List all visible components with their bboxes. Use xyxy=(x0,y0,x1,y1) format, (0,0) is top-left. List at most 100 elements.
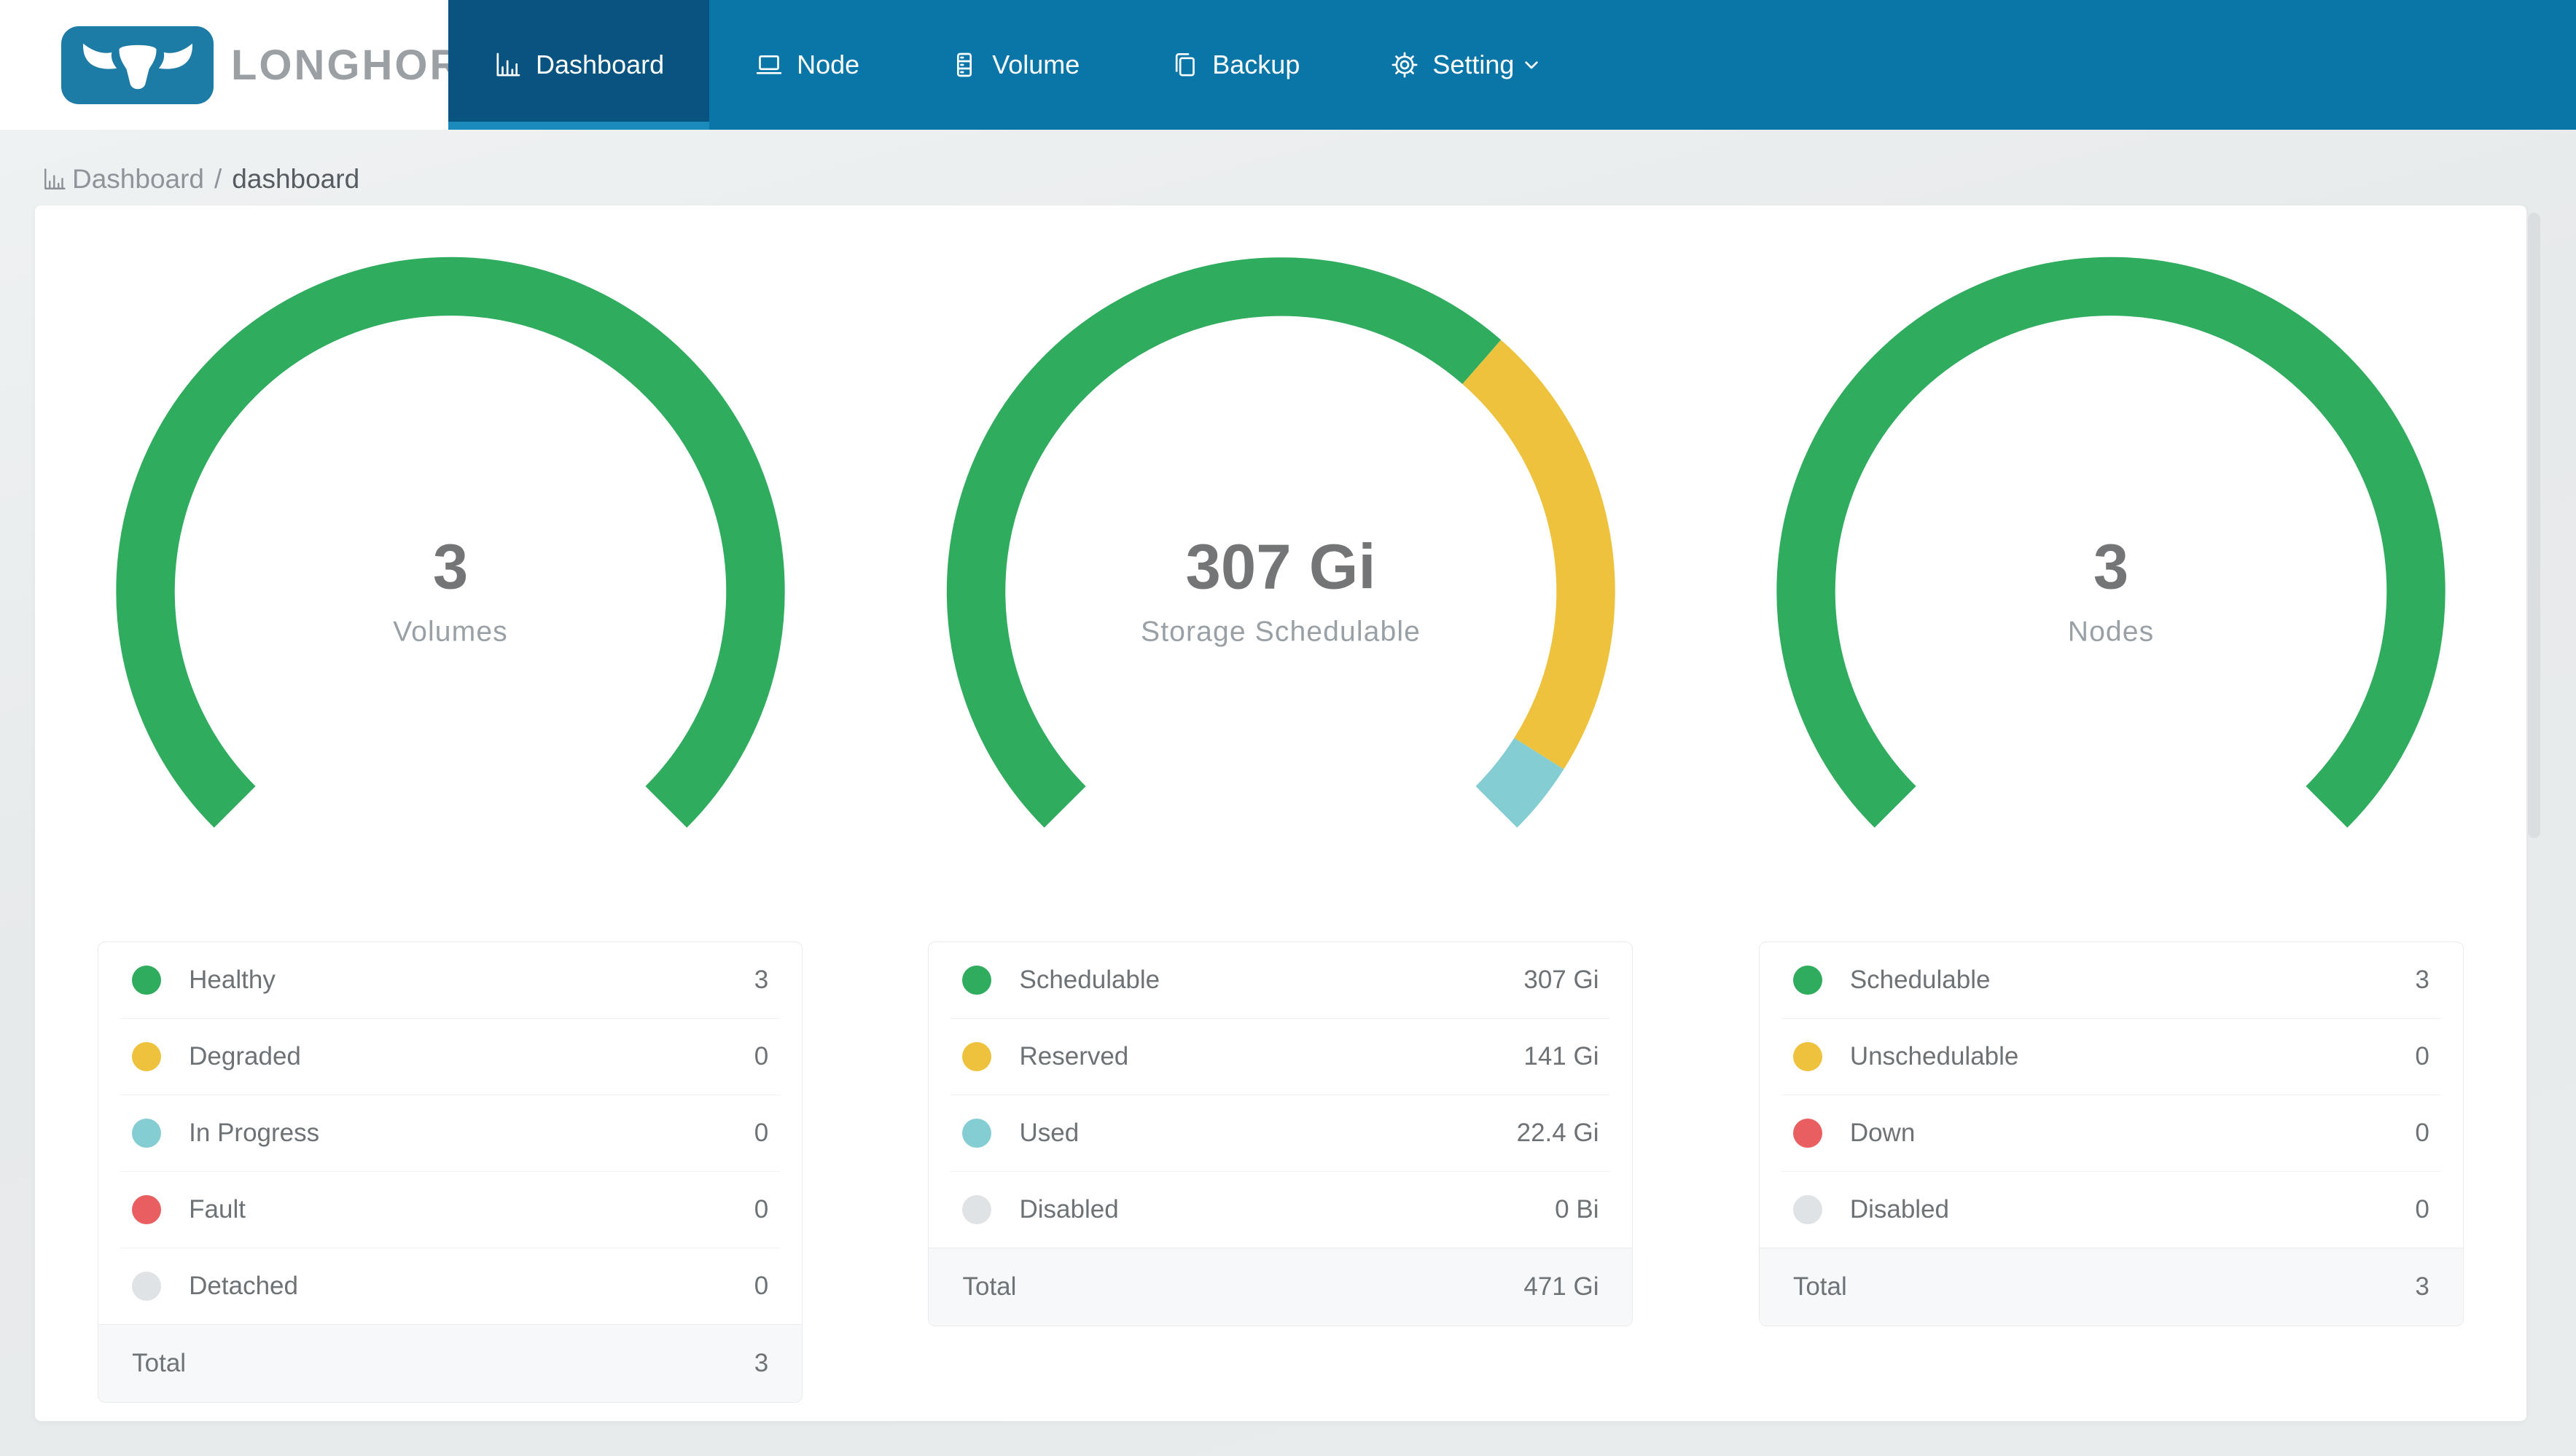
legend-value: 0 xyxy=(2415,1119,2429,1147)
breadcrumb-separator: / xyxy=(214,164,222,194)
nodes-column: 3 Nodes Schedulable 3 Unschedulable 0 Down 0 D… xyxy=(1696,206,2526,1421)
legend-dot xyxy=(962,1042,992,1071)
legend-label: Fault xyxy=(189,1195,246,1224)
legend-label: Down xyxy=(1849,1119,1916,1147)
gauge-value: 3 xyxy=(432,531,467,602)
legend-value: 0 xyxy=(754,1272,769,1300)
gauge-segment-used xyxy=(1475,737,1564,828)
total-value: 3 xyxy=(2415,1272,2429,1301)
legend-dot xyxy=(962,1195,992,1224)
vertical-scrollbar-thumb[interactable] xyxy=(2528,213,2540,838)
legend-label: Disabled xyxy=(1019,1195,1119,1224)
legend-label: Disabled xyxy=(1849,1195,1950,1224)
nav-label: Setting xyxy=(1432,50,1515,79)
table-row: Down 0 xyxy=(1781,1095,2441,1171)
table-row: Fault 0 xyxy=(120,1171,781,1248)
legend-dot xyxy=(132,1195,162,1224)
legend-label: Degraded xyxy=(189,1042,301,1071)
total-label: Total xyxy=(1792,1272,1847,1301)
total-value: 3 xyxy=(754,1349,769,1377)
table-row: Healthy 3 xyxy=(120,942,780,1018)
legend-label: Reserved xyxy=(1019,1042,1129,1071)
legend-label: Detached xyxy=(189,1272,298,1300)
table-row: Disabled 0 xyxy=(1781,1171,2441,1248)
table-row: Unschedulable 0 xyxy=(1781,1018,2441,1095)
total-label: Total xyxy=(132,1349,187,1377)
legend-dot xyxy=(132,1042,162,1071)
legend-value: 141 Gi xyxy=(1523,1042,1599,1071)
longhorn-logo-tile xyxy=(61,26,214,104)
breadcrumb-section[interactable]: Dashboard xyxy=(72,164,204,195)
legend-dot xyxy=(962,1119,992,1148)
nav-label: Backup xyxy=(1212,50,1300,79)
legend-value: 0 xyxy=(754,1195,769,1224)
legend-dot xyxy=(962,966,992,995)
table-row: Schedulable 307 Gi xyxy=(951,942,1610,1018)
total-label: Total xyxy=(962,1272,1017,1301)
gauge-value: 3 xyxy=(2093,531,2128,602)
nodes-legend-table: Schedulable 3 Unschedulable 0 Down 0 Disabled 0… xyxy=(1758,942,2464,1326)
nodes-gauge-chart: 3 Nodes xyxy=(1776,257,2446,828)
nav-item-dashboard[interactable]: Dashboard xyxy=(448,0,710,130)
gauge-segment-reserved xyxy=(1462,340,1615,770)
logo-area[interactable]: LONGHORN xyxy=(0,0,493,130)
nav-item-backup[interactable]: Backup xyxy=(1125,0,1345,130)
gear-icon xyxy=(1390,50,1432,79)
legend-dot xyxy=(1792,1119,1822,1148)
laptop-icon xyxy=(754,50,797,79)
legend-label: In Progress xyxy=(189,1119,320,1147)
legend-value: 0 xyxy=(2415,1195,2429,1224)
storage-column: 307 Gi Storage Schedulable Schedulable 30… xyxy=(865,206,1695,1421)
breadcrumb-page: dashboard xyxy=(232,164,360,194)
table-row: In Progress 0 xyxy=(120,1095,781,1171)
total-row: Total 3 xyxy=(1759,1248,2463,1326)
copy-icon xyxy=(1170,50,1212,79)
legend-label: Schedulable xyxy=(1019,966,1160,994)
legend-dot xyxy=(132,1272,162,1301)
table-row: Degraded 0 xyxy=(120,1018,781,1095)
nav-label: Dashboard xyxy=(536,50,665,79)
legend-value: 307 Gi xyxy=(1523,966,1599,994)
chevron-down-icon xyxy=(1514,53,1543,77)
legend-label: Schedulable xyxy=(1849,966,1991,994)
legend-label: Healthy xyxy=(189,966,276,994)
table-row: Detached 0 xyxy=(120,1248,781,1324)
table-row: Reserved 141 Gi xyxy=(951,1018,1611,1095)
nav-item-setting[interactable]: Setting xyxy=(1345,0,1588,130)
legend-value: 3 xyxy=(2415,966,2429,994)
legend-value: 0 Bi xyxy=(1555,1195,1599,1224)
legend-label: Used xyxy=(1019,1119,1080,1147)
nav-item-volume[interactable]: Volume xyxy=(905,0,1125,130)
legend-dot xyxy=(1792,1195,1822,1224)
volumes-column: 3 Volumes Healthy 3 Degraded 0 In Progress 0 F… xyxy=(35,206,865,1421)
gauge-subtitle: Nodes xyxy=(2068,616,2155,647)
total-value: 471 Gi xyxy=(1523,1272,1599,1301)
bar-chart-icon xyxy=(42,166,72,192)
legend-dot xyxy=(132,1119,162,1148)
volumes-legend-table: Healthy 3 Degraded 0 In Progress 0 Fault 0 Detac… xyxy=(98,942,803,1403)
table-row: Used 22.4 Gi xyxy=(951,1095,1611,1171)
table-row: Schedulable 3 xyxy=(1781,942,2441,1018)
table-row: Disabled 0 Bi xyxy=(951,1171,1611,1248)
nav-label: Volume xyxy=(992,50,1080,79)
legend-dot xyxy=(1792,966,1822,995)
breadcrumb: Dashboard / dashboard xyxy=(42,163,2576,195)
top-navbar: LONGHORN Dashboard Node Volume Backup Se… xyxy=(0,0,2576,130)
legend-label: Unschedulable xyxy=(1849,1042,2019,1071)
legend-value: 0 xyxy=(754,1119,769,1147)
total-row: Total 3 xyxy=(98,1324,803,1402)
bar-chart-icon xyxy=(493,50,536,79)
legend-value: 0 xyxy=(754,1042,769,1071)
storage-gauge-chart: 307 Gi Storage Schedulable xyxy=(946,257,1615,828)
gauge-value: 307 Gi xyxy=(1185,531,1375,602)
legend-value: 3 xyxy=(754,966,769,994)
nav-label: Node xyxy=(797,50,860,79)
legend-dot xyxy=(132,966,162,995)
gauge-subtitle: Volumes xyxy=(393,616,508,647)
gauge-subtitle: Storage Schedulable xyxy=(1141,616,1421,647)
dashboard-card: 3 Volumes Healthy 3 Degraded 0 In Progress 0 F… xyxy=(35,206,2526,1421)
legend-dot xyxy=(1792,1042,1822,1071)
nav-item-node[interactable]: Node xyxy=(709,0,905,130)
volumes-gauge-chart: 3 Volumes xyxy=(116,257,785,828)
server-icon xyxy=(950,50,992,79)
